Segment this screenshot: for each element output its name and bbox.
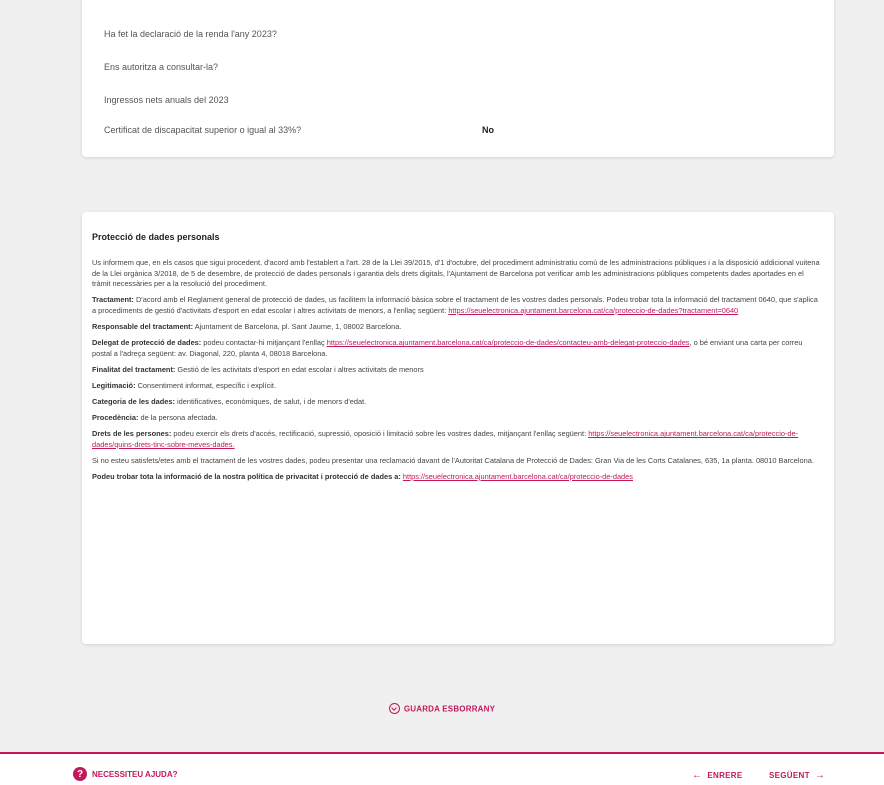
summary-row: Certificat de discapacitat superior o ig…: [104, 125, 494, 135]
legitimation-text: Consentiment informat, específic i explí…: [135, 380, 277, 390]
summary-row: Ens autoritza a consultar-la?: [104, 62, 218, 72]
arrow-right-icon: →: [814, 770, 826, 781]
rights-label: Drets de les persones:: [92, 429, 172, 439]
summary-row-label: Certificat de discapacitat superior o ig…: [104, 125, 302, 135]
delegate-link[interactable]: https://seuelectronica.ajuntament.barcel…: [327, 338, 690, 347]
privacy-claim: Si no esteu satisfets/etes amb el tracta…: [92, 455, 814, 465]
privacy-intro: Us informem que, en els casos que sigui …: [92, 258, 820, 289]
category-text: identificatives, econòmiques, de salut, …: [174, 396, 367, 406]
policy-link[interactable]: https://seuelectronica.ajuntament.barcel…: [403, 472, 633, 481]
legitimation-label: Legitimació:: [92, 380, 136, 390]
category-label: Categoria de les dades:: [92, 396, 175, 406]
treatment-link[interactable]: https://seuelectronica.ajuntament.barcel…: [448, 306, 738, 315]
responsible-text: Ajuntament de Barcelona, pl. Sant Jaume,…: [193, 321, 402, 331]
summary-row: Ha fet la declaració de la renda l'any 2…: [104, 29, 277, 39]
summary-row: Ingressos nets anuals del 2023: [104, 95, 229, 105]
purpose-text: Gestió de les activitats d'esport en eda…: [175, 364, 424, 374]
privacy-purpose: Finalitat del tractament: Gestió de les …: [92, 365, 821, 376]
back-button[interactable]: ← ENRERE: [692, 770, 743, 781]
save-draft-label: GUARDA ESBORRANY: [403, 704, 496, 714]
next-label: SEGÜENT: [769, 771, 810, 780]
privacy-category: Categoria de les dades: identificatives,…: [92, 397, 821, 408]
privacy-treatment: Tractament: D'acord amb el Reglament gen…: [92, 295, 821, 316]
save-draft-button[interactable]: GUARDA ESBORRANY: [0, 703, 884, 715]
next-button[interactable]: SEGÜENT →: [769, 770, 825, 781]
delegate-text: podeu contactar-hi mitjançant l'enllaç: [201, 338, 327, 348]
privacy-title: Protecció de dades personals: [92, 232, 220, 242]
delegate-label: Delegat de protecció de dades:: [92, 338, 202, 348]
privacy-responsible: Responsable del tractament: Ajuntament d…: [92, 322, 821, 333]
treatment-label: Tractament:: [92, 295, 134, 305]
summary-row-value: No: [482, 125, 494, 135]
origin-label: Procedència:: [92, 413, 139, 423]
purpose-label: Finalitat del tractament:: [92, 364, 176, 374]
summary-row-label: Ingressos nets anuals del 2023: [104, 95, 229, 105]
footer-bar: ? NECESSITEU AJUDA? ← ENRERE SEGÜENT →: [0, 754, 884, 785]
help-icon: ?: [73, 767, 87, 781]
arrow-left-icon: ←: [692, 770, 703, 781]
privacy-card: Protecció de dades personals Us informem…: [82, 212, 834, 644]
privacy-origin: Procedència: de la persona afectada.: [92, 413, 821, 424]
privacy-delegate: Delegat de protecció de dades: podeu con…: [92, 338, 821, 359]
back-label: ENRERE: [707, 771, 743, 780]
summary-card: Ha fet la declaració de la renda l'any 2…: [82, 0, 834, 157]
policy-label: Podeu trobar tota la informació de la no…: [92, 471, 401, 481]
rights-text: podeu exercir els drets d'accés, rectifi…: [171, 429, 589, 439]
summary-row-label: Ens autoritza a consultar-la?: [104, 62, 219, 72]
summary-row-label: Ha fet la declaració de la renda l'any 2…: [104, 29, 277, 39]
help-button[interactable]: ? NECESSITEU AJUDA?: [73, 767, 178, 781]
privacy-rights: Drets de les persones: podeu exercir els…: [92, 429, 821, 450]
download-icon: [388, 703, 400, 714]
help-label: NECESSITEU AJUDA?: [92, 769, 178, 779]
origin-text: de la persona afectada.: [138, 413, 218, 423]
privacy-policy: Podeu trobar tota la informació de la no…: [92, 472, 821, 483]
responsible-label: Responsable del tractament:: [92, 321, 194, 331]
privacy-legitimation: Legitimació: Consentiment informat, espe…: [92, 381, 821, 392]
